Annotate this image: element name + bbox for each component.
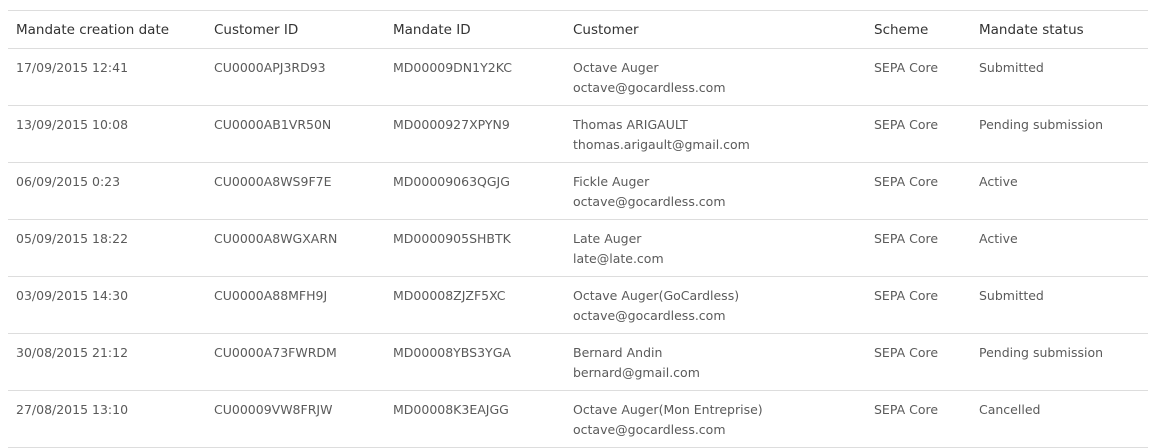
- cell-customer-id: CU0000A8WGXARN: [214, 231, 338, 246]
- customer-email: thomas.arigault@gmail.com: [573, 137, 750, 152]
- cell-mandate-creation-date: 05/09/2015 18:22: [16, 231, 129, 246]
- cell-customer: Octave Auger octave@gocardless.com: [565, 58, 866, 98]
- customer-name: Thomas ARIGAULT: [573, 117, 688, 132]
- cell-customer: Octave Auger(GoCardless) octave@gocardles…: [565, 286, 866, 326]
- cell-customer-id: CU0000AB1VR50N: [214, 117, 332, 132]
- cell-mandate-creation-date: 30/08/2015 21:12: [16, 345, 129, 360]
- customer-name: Fickle Auger: [573, 174, 650, 189]
- cell-customer: Thomas ARIGAULT thomas.arigault@gmail.com: [565, 115, 866, 155]
- cell-mandate-status: Active: [979, 174, 1018, 189]
- cell-customer: Late Auger late@late.com: [565, 229, 866, 269]
- customer-email: octave@gocardless.com: [573, 194, 726, 209]
- cell-mandate-status: Submitted: [979, 288, 1044, 303]
- customer-name: Octave Auger: [573, 60, 659, 75]
- table-row[interactable]: 03/09/2015 14:30 CU0000A88MFH9J MD00008ZJZ…: [8, 277, 1148, 334]
- cell-scheme: SEPA Core: [874, 402, 939, 417]
- cell-scheme: SEPA Core: [874, 231, 939, 246]
- cell-customer-id: CU00009VW8FRJW: [214, 402, 333, 417]
- cell-mandate-id: MD0000927XPYN9: [393, 117, 510, 132]
- cell-scheme: SEPA Core: [874, 345, 939, 360]
- customer-name: Bernard Andin: [573, 345, 663, 360]
- customer-email: bernard@gmail.com: [573, 365, 700, 380]
- header-mandate-creation-date[interactable]: Mandate creation date: [8, 22, 206, 38]
- table-row[interactable]: 13/09/2015 10:08 CU0000AB1VR50N MD0000927X…: [8, 106, 1148, 163]
- customer-email: octave@gocardless.com: [573, 308, 726, 323]
- cell-mandate-creation-date: 17/09/2015 12:41: [16, 60, 129, 75]
- customer-email: late@late.com: [573, 251, 664, 266]
- cell-mandate-id: MD00008K3EAJGG: [393, 402, 509, 417]
- cell-scheme: SEPA Core: [874, 117, 939, 132]
- header-customer-id[interactable]: Customer ID: [206, 22, 385, 38]
- table-body: 17/09/2015 12:41 CU0000APJ3RD93 MD00009DN1…: [8, 49, 1148, 448]
- cell-mandate-id: MD00009063QGJG: [393, 174, 510, 189]
- header-mandate-status[interactable]: Mandate status: [971, 22, 1148, 38]
- customer-name: Late Auger: [573, 231, 642, 246]
- cell-scheme: SEPA Core: [874, 60, 939, 75]
- header-customer[interactable]: Customer: [565, 22, 866, 38]
- cell-customer: Bernard Andin bernard@gmail.com: [565, 343, 866, 383]
- customer-email: octave@gocardless.com: [573, 80, 726, 95]
- cell-customer: Fickle Auger octave@gocardless.com: [565, 172, 866, 212]
- cell-mandate-creation-date: 06/09/2015 0:23: [16, 174, 121, 189]
- table-row[interactable]: 30/08/2015 21:12 CU0000A73FWRDM MD00008YBS…: [8, 334, 1148, 391]
- cell-customer-id: CU0000A88MFH9J: [214, 288, 328, 303]
- cell-scheme: SEPA Core: [874, 174, 939, 189]
- cell-mandate-id: MD00008ZJZF5XC: [393, 288, 506, 303]
- customer-name: Octave Auger(Mon Entreprise): [573, 402, 763, 417]
- mandates-table: Mandate creation date Customer ID Mandat…: [8, 10, 1148, 448]
- cell-mandate-creation-date: 27/08/2015 13:10: [16, 402, 129, 417]
- table-row[interactable]: 05/09/2015 18:22 CU0000A8WGXARN MD0000905S…: [8, 220, 1148, 277]
- customer-name: Octave Auger(GoCardless): [573, 288, 740, 303]
- table-row[interactable]: 27/08/2015 13:10 CU00009VW8FRJW MD00008K3E…: [8, 391, 1148, 448]
- table-row[interactable]: 17/09/2015 12:41 CU0000APJ3RD93 MD00009DN1…: [8, 49, 1148, 106]
- cell-mandate-id: MD0000905SHBTK: [393, 231, 511, 246]
- table-row[interactable]: 06/09/2015 0:23 CU0000A8WS9F7E MD00009063Q…: [8, 163, 1148, 220]
- cell-mandate-id: MD00009DN1Y2KC: [393, 60, 512, 75]
- table-header-row: Mandate creation date Customer ID Mandat…: [8, 11, 1148, 49]
- cell-mandate-creation-date: 03/09/2015 14:30: [16, 288, 129, 303]
- customer-email: octave@gocardless.com: [573, 422, 726, 437]
- cell-mandate-status: Active: [979, 231, 1018, 246]
- cell-mandate-status: Pending submission: [979, 117, 1104, 132]
- cell-mandate-status: Submitted: [979, 60, 1044, 75]
- cell-customer-id: CU0000A8WS9F7E: [214, 174, 332, 189]
- header-scheme[interactable]: Scheme: [866, 22, 971, 38]
- cell-mandate-status: Cancelled: [979, 402, 1041, 417]
- cell-mandate-creation-date: 13/09/2015 10:08: [16, 117, 129, 132]
- cell-scheme: SEPA Core: [874, 288, 939, 303]
- cell-customer-id: CU0000A73FWRDM: [214, 345, 337, 360]
- cell-customer: Octave Auger(Mon Entreprise) octave@gocar…: [565, 400, 866, 440]
- cell-mandate-id: MD00008YBS3YGA: [393, 345, 511, 360]
- header-mandate-id[interactable]: Mandate ID: [385, 22, 565, 38]
- cell-mandate-status: Pending submission: [979, 345, 1104, 360]
- cell-customer-id: CU0000APJ3RD93: [214, 60, 326, 75]
